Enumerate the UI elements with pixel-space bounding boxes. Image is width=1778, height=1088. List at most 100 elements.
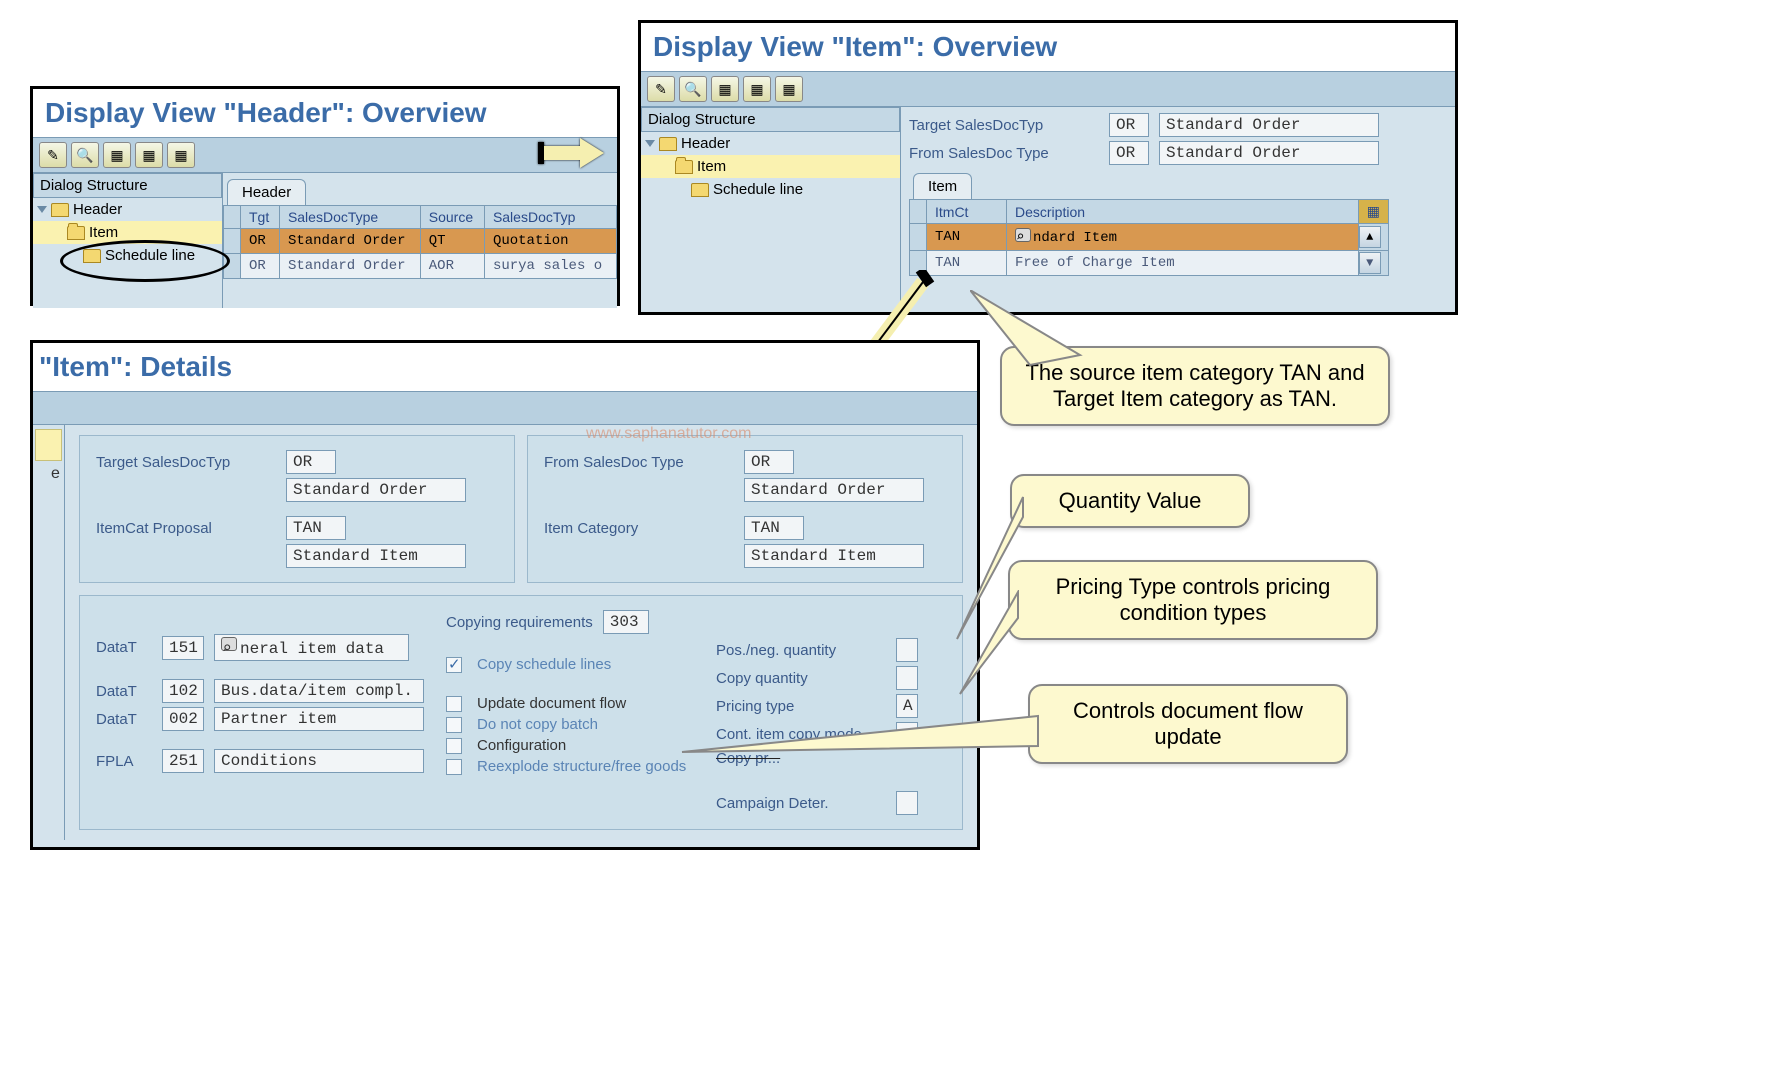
toolbar: ✎ 🔍 ▦ ▦ ▦ [33, 137, 617, 173]
copy-qty-field[interactable] [896, 666, 918, 690]
datat-002-desc: Partner item [214, 707, 424, 731]
col-tgt[interactable]: Tgt [241, 206, 280, 229]
grid-row[interactable]: TAN Free of Charge Item ▼ [910, 251, 1389, 276]
datat-label: DataT [96, 639, 152, 656]
tree-header: Dialog Structure [33, 173, 222, 198]
itemcat-proposal-label: ItemCat Proposal [96, 520, 276, 537]
target-salesdoc-label: Target SalesDocTyp [909, 117, 1099, 134]
arrow-icon [544, 138, 604, 168]
tree-node-header[interactable]: Header [641, 132, 900, 155]
posneg-qty-field[interactable] [896, 638, 918, 662]
tree-node-header[interactable]: Header [33, 198, 222, 221]
chevron-down-icon [37, 206, 47, 213]
item-category-field[interactable]: TAN [744, 516, 804, 540]
toolbar-button[interactable]: ▦ [167, 142, 195, 168]
col-sdt2[interactable]: SalesDocTyp [484, 206, 616, 229]
fpla-field[interactable]: 251 [162, 749, 204, 773]
scroll-down-button[interactable]: ▼ [1359, 252, 1381, 274]
datat-label: DataT [96, 683, 152, 700]
tree-label: Header [73, 201, 122, 218]
tree-node-item[interactable]: Item [641, 155, 900, 178]
posneg-qty-label: Pos./neg. quantity [716, 642, 886, 659]
folder-icon [51, 203, 69, 217]
item-details-window: "Item": Details e Target SalesDocTyp OR … [30, 340, 980, 850]
target-salesdoc-desc: Standard Order [286, 478, 466, 502]
col-itmct[interactable]: ItmCt [927, 200, 1007, 224]
toolbar-button[interactable]: ▦ [135, 142, 163, 168]
update-doc-flow-checkbox[interactable]: Update document flow [446, 693, 706, 714]
scroll-up-button[interactable]: ▲ [1359, 226, 1381, 248]
folder-open-icon [67, 226, 85, 240]
folder-open-icon [675, 160, 693, 174]
tree-label: Schedule line [713, 181, 803, 198]
datat-002-field[interactable]: 002 [162, 707, 204, 731]
tab-header[interactable]: Header [227, 179, 306, 205]
grid-row[interactable]: OR Standard Order QT Quotation [224, 229, 617, 254]
item-overview-window: Display View "Item": Overview ✎ 🔍 ▦ ▦ ▦ … [638, 20, 1458, 315]
configuration-checkbox[interactable]: Configuration [446, 735, 706, 756]
checkbox-icon [446, 717, 462, 733]
callout-quantity: Quantity Value [1010, 474, 1250, 528]
col-sdt[interactable]: SalesDocType [279, 206, 420, 229]
search-help-icon[interactable]: ⌕ [221, 637, 237, 651]
callout-docflow: Controls document flow update [1028, 684, 1348, 764]
datat-label: DataT [96, 711, 152, 728]
callout-pointer [680, 712, 1040, 762]
donot-copy-batch-checkbox[interactable]: Do not copy batch [446, 714, 706, 735]
toolbar-button[interactable]: ▦ [775, 76, 803, 102]
toolbar: ✎ 🔍 ▦ ▦ ▦ [641, 71, 1455, 107]
tab-item[interactable]: Item [913, 173, 972, 199]
checkbox-icon [446, 759, 462, 775]
checkbox-icon [446, 738, 462, 754]
from-salesdoc-desc: Standard Order [1159, 141, 1379, 165]
grid-row[interactable]: TAN ⌕ndard Item ▲ [910, 224, 1389, 251]
itemcat-proposal-desc: Standard Item [286, 544, 466, 568]
toolbar-button[interactable]: 🔍 [679, 76, 707, 102]
checkbox-icon [446, 696, 462, 712]
copyreq-label: Copying requirements [446, 614, 593, 631]
col-src[interactable]: Source [420, 206, 484, 229]
datat-102-desc: Bus.data/item compl. [214, 679, 424, 703]
datat-102-field[interactable]: 102 [162, 679, 204, 703]
copyreq-field[interactable]: 303 [603, 610, 649, 634]
fpla-label: FPLA [96, 753, 152, 770]
copy-schedule-lines-checkbox[interactable]: Copy schedule lines [446, 654, 706, 675]
reexplode-checkbox[interactable]: Reexplode structure/free goods [446, 756, 706, 777]
search-help-icon[interactable]: ⌕ [1015, 228, 1031, 242]
datat-151-field[interactable]: 151 [162, 636, 204, 660]
tree-label: Header [681, 135, 730, 152]
from-salesdoc-field[interactable]: OR [744, 450, 794, 474]
highlight-circle [60, 240, 230, 282]
window-title: Display View "Header": Overview [33, 89, 617, 137]
tree-node-schedule[interactable]: Schedule line [641, 178, 900, 201]
toolbar-button[interactable]: 🔍 [71, 142, 99, 168]
column-selector-icon[interactable]: ▦ [1358, 200, 1388, 224]
itemcat-proposal-field[interactable]: TAN [286, 516, 346, 540]
target-salesdoc-field[interactable]: OR [286, 450, 336, 474]
toolbar-button[interactable]: ▦ [103, 142, 131, 168]
target-salesdoc-field[interactable]: OR [1109, 113, 1149, 137]
target-salesdoc-desc: Standard Order [1159, 113, 1379, 137]
target-panel: Target SalesDocTyp OR Standard Order Ite… [79, 435, 515, 583]
grid-row[interactable]: OR Standard Order AOR surya sales o [224, 254, 617, 279]
tree-node-selected[interactable] [35, 429, 62, 461]
toolbar-button[interactable]: ▦ [743, 76, 771, 102]
from-salesdoc-desc: Standard Order [744, 478, 924, 502]
window-title: "Item": Details [33, 343, 977, 391]
folder-icon [691, 183, 709, 197]
item-category-desc: Standard Item [744, 544, 924, 568]
toolbar-button[interactable]: ✎ [39, 142, 67, 168]
toolbar-button[interactable]: ✎ [647, 76, 675, 102]
folder-icon [659, 137, 677, 151]
callout-pricing: Pricing Type controls pricing condition … [1008, 560, 1378, 640]
col-desc[interactable]: Description [1007, 200, 1359, 224]
tree-header: Dialog Structure [641, 107, 900, 132]
fpla-desc: Conditions [214, 749, 424, 773]
from-salesdoc-field[interactable]: OR [1109, 141, 1149, 165]
copy-qty-label: Copy quantity [716, 670, 886, 687]
campaign-deter-field[interactable] [896, 791, 918, 815]
toolbar-blank [33, 391, 977, 425]
item-grid: ItmCt Description ▦ TAN ⌕ndard Item ▲ TA… [909, 199, 1389, 276]
toolbar-button[interactable]: ▦ [711, 76, 739, 102]
item-category-label: Item Category [544, 520, 734, 537]
